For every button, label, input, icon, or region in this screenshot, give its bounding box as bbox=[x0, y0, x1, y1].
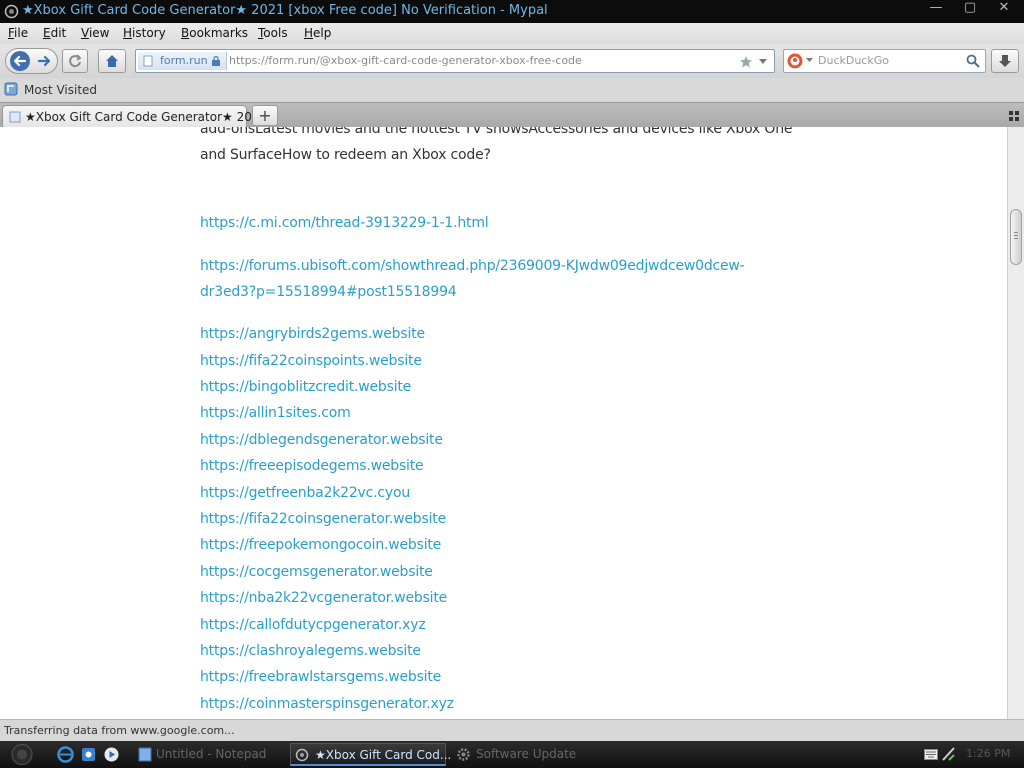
update-gear-icon bbox=[457, 748, 470, 761]
page-icon bbox=[143, 55, 153, 67]
explorer-icon[interactable] bbox=[80, 746, 97, 763]
link-cmi-thread[interactable]: https://c.mi.com/thread-3913229-1-1.html bbox=[200, 215, 489, 231]
reload-icon bbox=[69, 54, 82, 68]
maximize-button[interactable]: ▢ bbox=[956, 0, 984, 20]
back-forward-group bbox=[5, 48, 58, 74]
back-arrow-icon[interactable] bbox=[7, 50, 57, 72]
vertical-scrollbar[interactable] bbox=[1007, 127, 1024, 719]
list-item-link[interactable]: https://fifa22coinspoints.website bbox=[200, 353, 422, 369]
task-label: ★Xbox Gift Card Cod... bbox=[315, 748, 452, 762]
list-item-link[interactable]: https://callofdutycpgenerator.xyz bbox=[200, 617, 426, 633]
task-mypal-active[interactable]: ★Xbox Gift Card Cod... bbox=[290, 743, 451, 766]
status-bar: Transferring data from www.google.com... bbox=[0, 719, 1024, 741]
menu-history[interactable]: History bbox=[123, 26, 166, 40]
link-ubisoft-forum-line1[interactable]: https://forums.ubisoft.com/showthread.ph… bbox=[200, 258, 745, 274]
menu-bookmarks[interactable]: Bookmarks bbox=[181, 26, 248, 40]
task-notepad[interactable]: Untitled - Notepad bbox=[134, 743, 284, 766]
start-button[interactable] bbox=[2, 742, 46, 767]
site-identity-box[interactable]: form.run bbox=[138, 52, 227, 70]
list-item-link[interactable]: https://clashroyalegems.website bbox=[200, 643, 421, 659]
list-item-link[interactable]: https://freeepisodegems.website bbox=[200, 458, 424, 474]
minimize-button[interactable]: — bbox=[922, 0, 950, 20]
task-label: Untitled - Notepad bbox=[156, 747, 267, 761]
intro-text-line1: add-onsLatest movies and the hottest TV … bbox=[200, 127, 793, 137]
list-item-link[interactable]: https://nba2k22vcgenerator.website bbox=[200, 590, 447, 606]
scrollbar-thumb[interactable] bbox=[1010, 209, 1022, 265]
bookmarks-toolbar: Most Visited bbox=[0, 78, 1024, 102]
mypal-logo-icon bbox=[4, 4, 19, 19]
most-visited-icon bbox=[4, 82, 18, 96]
window-title: ★Xbox Gift Card Code Generator★ 2021 [xb… bbox=[22, 3, 548, 18]
task-label: Software Update bbox=[476, 747, 577, 761]
tab-groups-icon[interactable] bbox=[1008, 110, 1020, 122]
lock-icon bbox=[212, 55, 220, 66]
clock[interactable]: 1:26 PM bbox=[966, 747, 1010, 760]
taskbar: Untitled - Notepad ★Xbox Gift Card Cod..… bbox=[0, 741, 1024, 768]
list-item-link[interactable]: https://freebrawlstarsgems.website bbox=[200, 669, 441, 685]
menu-file[interactable]: File bbox=[8, 26, 28, 40]
download-arrow-icon bbox=[999, 55, 1011, 67]
menu-view[interactable]: View bbox=[81, 26, 109, 40]
task-software-update[interactable]: Software Update bbox=[452, 743, 602, 766]
url-bar[interactable]: form.run https://form.run/@xbox-gift-car… bbox=[135, 49, 775, 73]
url-text[interactable]: https://form.run/@xbox-gift-card-code-ge… bbox=[229, 54, 582, 67]
list-item-link[interactable]: https://getfreenba2k22vc.cyou bbox=[200, 485, 410, 501]
status-text: Transferring data from www.google.com... bbox=[4, 724, 235, 737]
mypal-icon bbox=[295, 748, 309, 762]
navigation-toolbar: form.run https://form.run/@xbox-gift-car… bbox=[0, 44, 1024, 78]
list-item-link[interactable]: https://fifa22coinsgenerator.website bbox=[200, 511, 446, 527]
ie-icon[interactable] bbox=[57, 746, 74, 763]
most-visited-label: Most Visited bbox=[24, 83, 98, 97]
tab-active[interactable]: ★Xbox Gift Card Code Generator★ 20... bbox=[2, 105, 263, 128]
home-button[interactable] bbox=[98, 49, 126, 73]
search-bar[interactable]: DuckDuckGo bbox=[783, 49, 986, 73]
url-dropdown-icon[interactable] bbox=[758, 58, 768, 66]
list-item-link[interactable]: https://bingoblitzcredit.website bbox=[200, 379, 411, 395]
tab-strip: ★Xbox Gift Card Code Generator★ 20... + bbox=[0, 102, 1024, 128]
list-item-link[interactable]: https://angrybirds2gems.website bbox=[200, 326, 425, 342]
notepad-icon bbox=[138, 747, 152, 762]
menu-edit[interactable]: Edit bbox=[43, 26, 66, 40]
site-identity-label: form.run bbox=[160, 54, 208, 67]
search-placeholder: DuckDuckGo bbox=[818, 54, 889, 67]
network-tray-icon[interactable] bbox=[942, 746, 956, 762]
link-ubisoft-forum-line2[interactable]: dr3ed3?p=15518994#post15518994 bbox=[200, 284, 457, 300]
list-item-link[interactable]: https://freepokemongocoin.website bbox=[200, 537, 441, 553]
intro-text-line2: and SurfaceHow to redeem an Xbox code? bbox=[200, 147, 491, 163]
downloads-button[interactable] bbox=[991, 49, 1019, 73]
list-item-link[interactable]: https://dblegendsgenerator.website bbox=[200, 432, 443, 448]
page-content: add-onsLatest movies and the hottest TV … bbox=[0, 127, 1007, 719]
menu-bar: File Edit View History Bookmarks Tools H… bbox=[0, 23, 1024, 44]
plus-icon: + bbox=[258, 106, 272, 125]
duckduckgo-icon[interactable] bbox=[787, 53, 803, 69]
search-engine-dropdown-icon[interactable] bbox=[806, 58, 813, 63]
start-orb-icon bbox=[11, 744, 33, 765]
home-icon bbox=[106, 55, 118, 67]
reload-button[interactable] bbox=[62, 49, 88, 73]
page-favicon-icon bbox=[9, 111, 21, 123]
list-item-link[interactable]: https://coinmasterspinsgenerator.xyz bbox=[200, 696, 454, 712]
new-tab-button[interactable]: + bbox=[252, 105, 278, 126]
list-item-link[interactable]: https://cocgemsgenerator.website bbox=[200, 564, 433, 580]
keyboard-tray-icon[interactable] bbox=[924, 749, 938, 760]
list-item-link[interactable]: https://allin1sites.com bbox=[200, 405, 351, 421]
bookmark-star-icon[interactable] bbox=[739, 55, 753, 69]
menu-tools[interactable]: Tools bbox=[258, 26, 288, 40]
tab-title: ★Xbox Gift Card Code Generator★ 20... bbox=[25, 110, 264, 124]
window-titlebar: ★Xbox Gift Card Code Generator★ 2021 [xb… bbox=[0, 0, 1024, 23]
media-player-icon[interactable] bbox=[103, 746, 120, 763]
menu-help[interactable]: Help bbox=[304, 26, 331, 40]
search-icon[interactable] bbox=[966, 54, 980, 68]
close-button[interactable]: ✕ bbox=[990, 0, 1018, 20]
